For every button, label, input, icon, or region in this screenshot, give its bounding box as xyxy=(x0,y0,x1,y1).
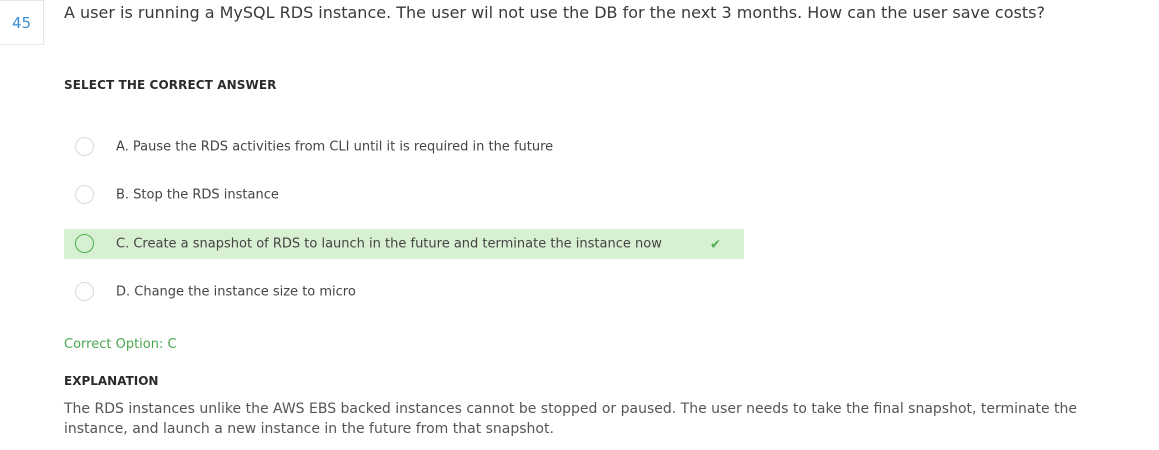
option-a-label: A. Pause the RDS activities from CLI unt… xyxy=(116,139,554,155)
question-text: A user is running a MySQL RDS instance. … xyxy=(64,3,1045,22)
radio-option-c[interactable] xyxy=(75,234,94,253)
question-number: 45 xyxy=(0,0,44,45)
check-icon: ✔ xyxy=(710,237,721,253)
correct-option-label: Correct Option: C xyxy=(64,337,177,352)
option-c-label: C. Create a snapshot of RDS to launch in… xyxy=(116,236,662,252)
option-c[interactable]: C. Create a snapshot of RDS to launch in… xyxy=(64,229,744,259)
option-d-label: D. Change the instance size to micro xyxy=(116,284,356,300)
radio-option-b[interactable] xyxy=(75,185,94,204)
option-b-label: B. Stop the RDS instance xyxy=(116,187,279,203)
option-b[interactable]: B. Stop the RDS instance xyxy=(64,180,744,210)
explanation-text: The RDS instances unlike the AWS EBS bac… xyxy=(64,401,1078,437)
radio-option-d[interactable] xyxy=(75,282,94,301)
select-answer-heading: SELECT THE CORRECT ANSWER xyxy=(64,78,277,92)
option-a[interactable]: A. Pause the RDS activities from CLI unt… xyxy=(64,132,744,162)
explanation-heading: EXPLANATION xyxy=(64,374,159,388)
radio-option-a[interactable] xyxy=(75,137,94,156)
option-d[interactable]: D. Change the instance size to micro xyxy=(64,277,744,307)
